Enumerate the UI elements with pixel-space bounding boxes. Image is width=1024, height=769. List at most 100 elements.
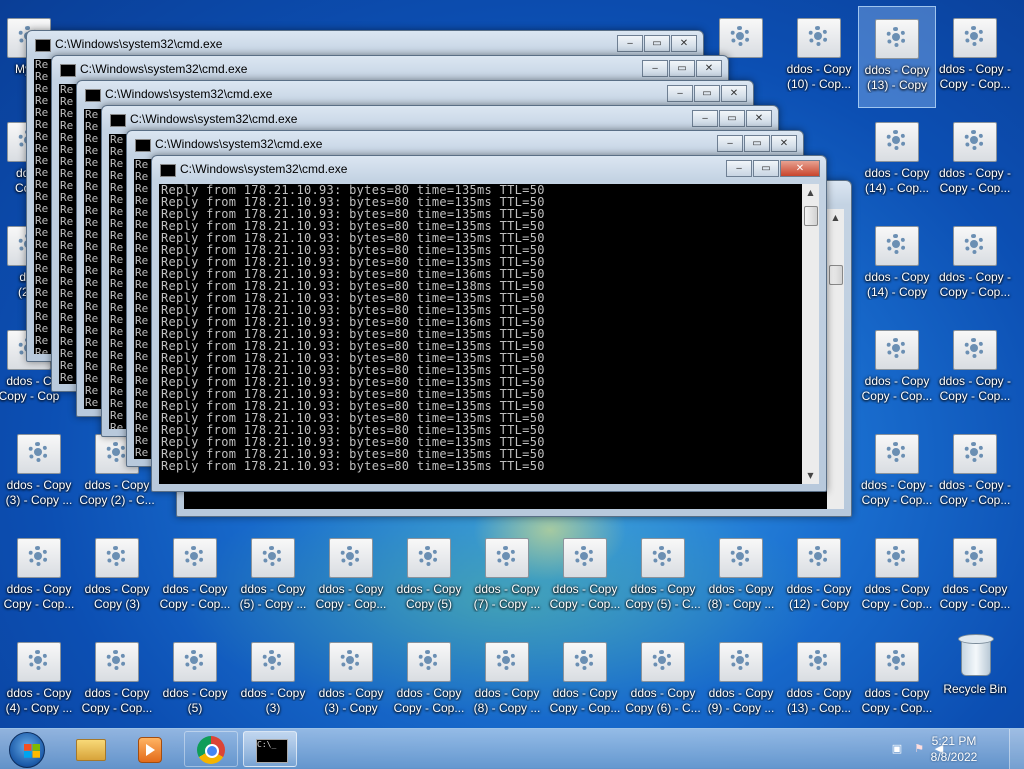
clock-time: 5:21 PM	[931, 734, 977, 748]
cmd-window-active[interactable]: C:\Windows\system32\cmd.exe ‒ ▭ ✕ Reply from…	[151, 155, 827, 492]
desktop-icon-label: (14) - Copy	[866, 285, 928, 299]
close-button[interactable]: ✕	[746, 110, 772, 127]
desktop-icon-ddos[interactable]: ddos - Copy (7) - Copy ...	[468, 526, 546, 628]
desktop-icon-label: ddos - Copy	[864, 374, 930, 388]
desktop-icon-ddos[interactable]: ddos - Copy (14) - Cop...	[858, 110, 936, 212]
taskbar-chrome[interactable]	[184, 731, 238, 767]
desktop-icon-ddos[interactable]: ddos - Copy (5)	[156, 630, 234, 732]
close-button[interactable]: ✕	[771, 135, 797, 152]
gear-file-icon	[485, 538, 529, 578]
desktop-icon-ddos[interactable]: ddos - Copy - Copy - Cop...	[936, 318, 1014, 420]
desktop-icon-label: ddos - Copy	[6, 582, 72, 596]
desktop-icon-ddos[interactable]: ddos - Copy - Copy - Cop...	[936, 422, 1014, 524]
close-button[interactable]: ✕	[780, 160, 820, 177]
recycle-bin[interactable]: Recycle Bin	[936, 624, 1014, 726]
desktop-icon-ddos[interactable]: ddos - Copy (3) - Copy	[312, 630, 390, 732]
desktop-icon-ddos[interactable]: ddos - Copy Copy (5)	[390, 526, 468, 628]
desktop-icon-ddos[interactable]: ddos - Copy (9) - Copy ...	[702, 630, 780, 732]
desktop-icon-ddos[interactable]: ddos - Copy - Copy - Cop...	[858, 422, 936, 524]
gear-file-icon	[173, 538, 217, 578]
scroll-thumb[interactable]	[804, 206, 818, 226]
desktop-icon-ddos[interactable]: ddos - Copy Copy - Cop...	[936, 526, 1014, 628]
gear-file-icon	[875, 226, 919, 266]
desktop-icon-ddos[interactable]: ddos - Copy Copy - Cop...	[858, 318, 936, 420]
desktop-icon-ddos[interactable]: ddos - Copy Copy (3)	[78, 526, 156, 628]
scroll-up-icon[interactable]: ▲	[802, 184, 819, 201]
close-button[interactable]: ✕	[721, 85, 747, 102]
maximize-button[interactable]: ▭	[694, 85, 720, 102]
minimize-button[interactable]: ‒	[642, 60, 668, 77]
desktop-icon-label: ddos - Copy	[864, 166, 930, 180]
desktop-icon-ddos[interactable]: ddos - Copy (8) - Copy ...	[468, 630, 546, 732]
title-bar[interactable]: C:\Windows\system32\cmd.exe ‒ ▭ ✕	[77, 81, 753, 107]
gear-file-icon	[953, 18, 997, 58]
scroll-down-icon[interactable]: ▼	[802, 467, 819, 484]
minimize-button[interactable]: ‒	[617, 35, 643, 52]
desktop-icon-ddos[interactable]: ddos - Copy - Copy - Cop...	[936, 110, 1014, 212]
gear-file-icon	[797, 538, 841, 578]
desktop-icon-ddos[interactable]: ddos - Copy Copy - Cop...	[546, 630, 624, 732]
maximize-button[interactable]: ▭	[644, 35, 670, 52]
network-icon[interactable]: ▣	[890, 742, 904, 756]
desktop-icon-ddos[interactable]: ddos - Copy (13) - Cop...	[780, 630, 858, 732]
minimize-button[interactable]: ‒	[692, 110, 718, 127]
start-button[interactable]	[4, 730, 50, 768]
title-bar[interactable]: C:\Windows\system32\cmd.exe ‒ ▭ ✕	[52, 56, 728, 82]
desktop-icon-ddos[interactable]: ddos - Copy - Copy - Cop...	[936, 214, 1014, 316]
title-bar[interactable]: C:\Windows\system32\cmd.exe ‒ ▭ ✕	[102, 106, 778, 132]
desktop-icon-ddos[interactable]: ddos - Copy (14) - Copy	[858, 214, 936, 316]
desktop-icon-ddos[interactable]: ddos - Copy (3) - Copy ...	[0, 422, 78, 524]
gear-file-icon	[719, 538, 763, 578]
taskbar-media-player[interactable]	[122, 731, 176, 767]
clock[interactable]: 5:21 PM 8/8/2022	[914, 733, 994, 765]
vertical-scrollbar[interactable]: ▲	[827, 209, 844, 509]
gear-file-icon	[719, 18, 763, 58]
desktop-icon-label: ddos - Copy	[474, 582, 540, 596]
maximize-button[interactable]: ▭	[753, 160, 779, 177]
desktop-icon-ddos[interactable]: ddos - Copy (10) - Cop...	[780, 6, 858, 108]
minimize-button[interactable]: ‒	[667, 85, 693, 102]
maximize-button[interactable]: ▭	[669, 60, 695, 77]
desktop-icon-ddos[interactable]: ddos - Copy Copy (5) - C...	[624, 526, 702, 628]
title-bar[interactable]: C:\Windows\system32\cmd.exe ‒ ▭ ✕	[127, 131, 803, 157]
desktop-icon-ddos[interactable]: ddos - Copy (13) - Copy	[858, 6, 936, 108]
desktop-icon-ddos[interactable]: ddos - Copy Copy - Cop...	[546, 526, 624, 628]
maximize-button[interactable]: ▭	[744, 135, 770, 152]
desktop-icon-label: ddos - Copy	[6, 478, 72, 492]
desktop-icon-ddos[interactable]: ddos - Copy Copy - Cop...	[312, 526, 390, 628]
window-title: C:\Windows\system32\cmd.exe	[180, 162, 348, 176]
close-button[interactable]: ✕	[671, 35, 697, 52]
desktop-icon-ddos[interactable]: ddos - Copy Copy - Cop...	[858, 526, 936, 628]
title-bar[interactable]: C:\Windows\system32\cmd.exe ‒ ▭ ✕	[27, 31, 703, 57]
minimize-button[interactable]: ‒	[717, 135, 743, 152]
desktop-icon-ddos[interactable]: ddos - Copy Copy - Cop...	[390, 630, 468, 732]
gear-file-icon	[797, 18, 841, 58]
gear-file-icon	[875, 642, 919, 682]
desktop-icon-ddos[interactable]: ddos - Copy (12) - Copy	[780, 526, 858, 628]
desktop-icon-label: ddos - Copy	[864, 63, 930, 77]
desktop-icon-ddos[interactable]: ddos - Copy - Copy - Cop...	[936, 6, 1014, 108]
desktop-icon-ddos[interactable]: ddos - Copy (3)	[234, 630, 312, 732]
gear-file-icon	[953, 226, 997, 266]
minimize-button[interactable]: ‒	[726, 160, 752, 177]
desktop-icon-label: Copy - Cop...	[861, 597, 933, 611]
title-bar[interactable]: C:\Windows\system32\cmd.exe ‒ ▭ ✕	[152, 156, 826, 182]
maximize-button[interactable]: ▭	[719, 110, 745, 127]
desktop-icon-ddos[interactable]: ddos - Copy Copy - Cop...	[156, 526, 234, 628]
chrome-icon	[197, 736, 225, 764]
desktop-icon-ddos[interactable]: ddos - Copy Copy - Cop...	[858, 630, 936, 732]
vertical-scrollbar[interactable]: ▲ ▼	[802, 184, 819, 484]
desktop-icon-ddos[interactable]: ddos - Copy (4) - Copy ...	[0, 630, 78, 732]
taskbar-explorer[interactable]	[62, 731, 116, 767]
desktop-icon-ddos[interactable]: ddos - Copy Copy (6) - C...	[624, 630, 702, 732]
close-button[interactable]: ✕	[696, 60, 722, 77]
show-desktop-button[interactable]	[1009, 729, 1024, 769]
desktop-icon-label: (9) - Copy ...	[707, 701, 775, 715]
gear-file-icon	[875, 19, 919, 59]
desktop-icon-ddos[interactable]: ddos - Copy (8) - Copy ...	[702, 526, 780, 628]
desktop-icon-ddos[interactable]: ddos - Copy (5) - Copy ...	[234, 526, 312, 628]
taskbar-cmd[interactable]: C:\_	[243, 731, 297, 767]
desktop-icon-ddos[interactable]: ddos - Copy Copy - Cop...	[78, 630, 156, 732]
cmd-console[interactable]: Reply from 178.21.10.93: bytes=80 time=1…	[159, 184, 802, 484]
desktop-icon-ddos[interactable]: ddos - Copy Copy - Cop...	[0, 526, 78, 628]
